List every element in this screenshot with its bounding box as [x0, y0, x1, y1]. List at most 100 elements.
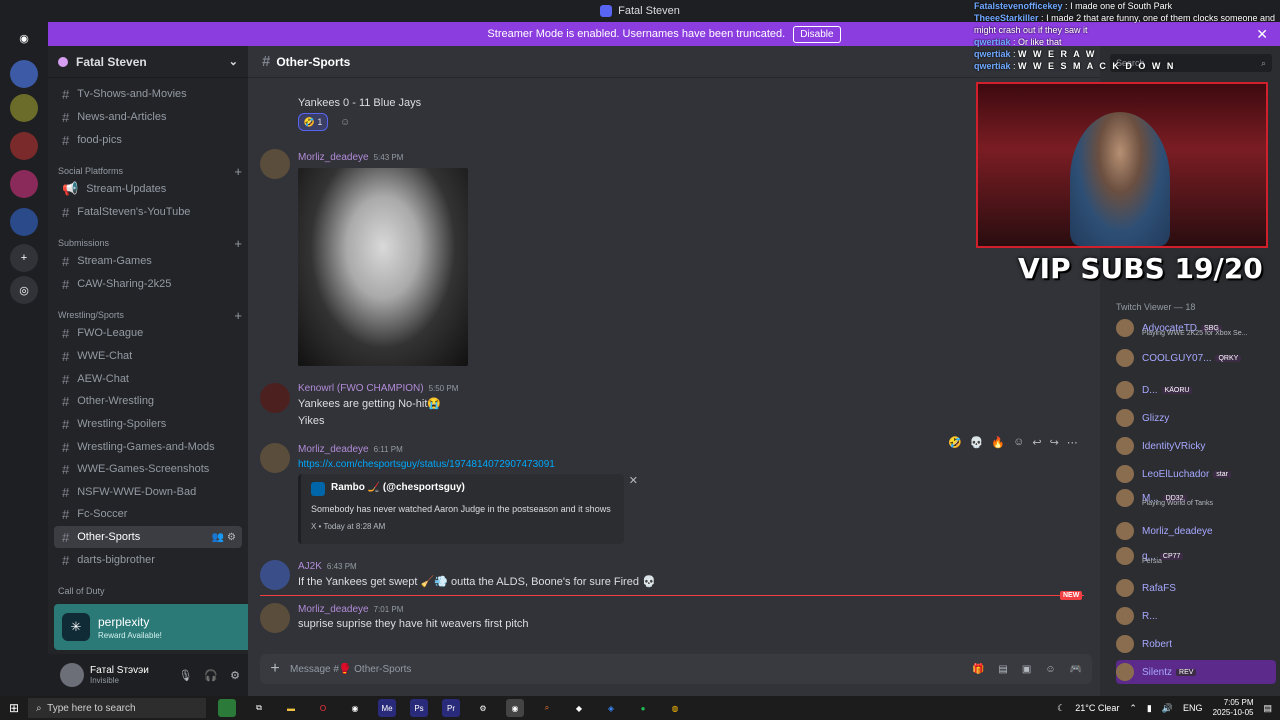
headphones-icon[interactable]: 🎧: [204, 669, 218, 682]
channel-stream-updates[interactable]: 📢 Stream-Updates: [54, 178, 242, 200]
channel-caw-sharing[interactable]: # CAW-Sharing-2k25: [54, 273, 242, 295]
channel-wwe-chat[interactable]: # WWE-Chat: [54, 345, 242, 367]
apps-icon[interactable]: 🎮: [1070, 664, 1082, 675]
photoshop-icon[interactable]: Ps: [410, 699, 428, 717]
server-folder-4[interactable]: [10, 208, 38, 236]
gif-icon[interactable]: ▤: [998, 664, 1007, 675]
steam-icon[interactable]: ⚙: [474, 699, 492, 717]
forward-icon[interactable]: ↪: [1050, 436, 1059, 449]
notification-icon[interactable]: ▤: [1263, 703, 1272, 714]
disable-streamer-mode-button[interactable]: Disable: [793, 25, 841, 43]
add-reaction-icon[interactable]: ☺: [340, 117, 350, 128]
gear-icon[interactable]: ⚙: [230, 669, 240, 682]
channel-nsfw-wwe[interactable]: # NSFW-WWE-Down-Bad: [54, 481, 242, 503]
member-item[interactable]: R...: [1116, 604, 1276, 628]
member-item[interactable]: D... KÄORU: [1116, 378, 1276, 402]
attach-plus-icon[interactable]: +: [260, 660, 290, 678]
quick-reaction-fire-icon[interactable]: 🔥: [991, 436, 1005, 449]
network-icon[interactable]: ▮: [1147, 703, 1152, 714]
discord-taskbar-icon[interactable]: ◉: [506, 699, 524, 717]
server-folder-2[interactable]: [10, 132, 38, 160]
gift-icon[interactable]: 🎁: [972, 664, 984, 675]
message-link[interactable]: https://x.com/chesportsguy/status/197481…: [298, 459, 555, 470]
category-submissions[interactable]: Submissions +: [58, 235, 242, 251]
channel-fc-soccer[interactable]: # Fc-Soccer: [54, 503, 242, 525]
member-item[interactable]: M... DD32 Playing World of Tanks: [1116, 486, 1276, 510]
chrome-icon[interactable]: ◍: [666, 699, 684, 717]
server-folder-3[interactable]: [10, 170, 38, 198]
task-view-icon[interactable]: ⧉: [250, 699, 268, 717]
weather-icon[interactable]: ☾: [1057, 703, 1065, 714]
add-channel-icon[interactable]: +: [234, 236, 242, 251]
quick-reaction-skull-icon[interactable]: 💀: [970, 436, 984, 449]
weather-text[interactable]: 21°C Clear: [1075, 703, 1119, 713]
reaction-pill[interactable]: 🤣 1: [298, 113, 328, 131]
clock[interactable]: 7:05 PM 2025-10-05: [1213, 698, 1254, 718]
channel-stream-games[interactable]: # Stream-Games: [54, 250, 242, 272]
close-embed-icon[interactable]: ✕: [629, 474, 638, 487]
message-author[interactable]: AJ2K 6:43 PM: [298, 561, 357, 572]
media-encoder-icon[interactable]: Me: [378, 699, 396, 717]
message-author[interactable]: Kenowrl (FWO CHAMPION) 5:50 PM: [298, 383, 458, 394]
channel-darts-bigbrother[interactable]: # darts-bigbrother: [54, 549, 242, 571]
member-item[interactable]: Glizzy: [1116, 406, 1276, 430]
message-composer[interactable]: + Message #🥊 Other-Sports 🎁 ▤ ▣ ☺ 🎮: [260, 654, 1092, 684]
channel-news[interactable]: # News-and-Articles: [54, 106, 242, 128]
discover-icon[interactable]: ◎: [10, 276, 38, 304]
message-author[interactable]: Morliz_deadeye 6:11 PM: [298, 444, 403, 455]
channel-other-sports[interactable]: # Other-Sports 👥 ⚙: [54, 526, 242, 548]
message-author[interactable]: Morliz_deadeye 7:01 PM: [298, 604, 403, 615]
sticker-icon[interactable]: ▣: [1022, 664, 1031, 675]
channel-youtube[interactable]: # FatalSteven's-YouTube: [54, 201, 242, 223]
composer-placeholder[interactable]: Message #🥊 Other-Sports: [290, 664, 411, 675]
app-icon[interactable]: ◆: [570, 699, 588, 717]
tray-chevron-icon[interactable]: ⌃: [1129, 703, 1137, 714]
message-author[interactable]: Morliz_deadeye 5:43 PM: [298, 152, 403, 163]
avatar[interactable]: [260, 149, 290, 179]
channel-wrestling-spoilers[interactable]: # Wrestling-Spoilers: [54, 413, 242, 435]
channel-fwo-league[interactable]: # FWO-League: [54, 322, 242, 344]
category-call-of-duty[interactable]: Call of Duty: [58, 583, 242, 599]
channel-wwe-screenshots[interactable]: # WWE-Games-Screenshots: [54, 458, 242, 480]
guild-header[interactable]: Fatal Steven ⌄: [48, 46, 248, 78]
premiere-icon[interactable]: Pr: [442, 699, 460, 717]
avatar[interactable]: [260, 443, 290, 473]
add-channel-icon[interactable]: +: [234, 308, 242, 323]
avatar[interactable]: [260, 383, 290, 413]
chevron-down-icon[interactable]: ⌄: [229, 55, 238, 68]
channel-wrestling-games[interactable]: # Wrestling-Games-and-Mods: [54, 436, 242, 458]
member-item[interactable]: q... CP77 Persia: [1116, 544, 1276, 568]
category-wrestling-sports[interactable]: Wrestling/Sports +: [58, 307, 242, 323]
opera-icon[interactable]: O: [314, 699, 332, 717]
embed-author[interactable]: Rambo 🏒 (@chesportsguy): [331, 482, 465, 493]
channel-other-wrestling[interactable]: # Other-Wrestling: [54, 390, 242, 412]
member-item[interactable]: COOLGUY07... QRKY: [1116, 346, 1276, 370]
taskbar-search[interactable]: ⌕ Type here to search: [28, 698, 206, 718]
avatar[interactable]: [60, 663, 84, 687]
channel-aew-chat[interactable]: # AEW-Chat: [54, 368, 242, 390]
member-item[interactable]: Silentz REV: [1116, 660, 1276, 684]
avatar[interactable]: [260, 560, 290, 590]
add-server-icon[interactable]: +: [10, 244, 38, 272]
message-image[interactable]: [298, 168, 468, 366]
category-social-platforms[interactable]: Social Platforms +: [58, 163, 242, 179]
file-explorer-icon[interactable]: ▬: [282, 699, 300, 717]
start-button[interactable]: ⊞: [0, 701, 28, 715]
microphone-icon[interactable]: 🎙: [178, 669, 192, 682]
member-item[interactable]: AdvocateTD SBG Playing WWE 2K25 for Xbox S…: [1116, 316, 1276, 340]
quick-reaction-laugh-icon[interactable]: 🤣: [948, 436, 962, 449]
member-item[interactable]: LeoElLuchador star: [1116, 462, 1276, 486]
app-icon[interactable]: ◈: [602, 699, 620, 717]
member-item[interactable]: Morliz_deadeye: [1116, 519, 1276, 543]
member-item[interactable]: IdentityVRicky: [1116, 434, 1276, 458]
server-icon-1[interactable]: [10, 60, 38, 88]
reply-icon[interactable]: ↩: [1032, 436, 1041, 449]
avatar[interactable]: [260, 603, 290, 633]
server-folder-1[interactable]: [10, 94, 38, 122]
add-channel-icon[interactable]: +: [234, 164, 242, 179]
obs-icon[interactable]: ◉: [346, 699, 364, 717]
member-item[interactable]: Robert: [1116, 632, 1276, 656]
widget-icon[interactable]: [218, 699, 236, 717]
channel-tv-shows[interactable]: # Tv-Shows-and-Movies: [54, 83, 242, 105]
member-item[interactable]: RafaFS: [1116, 576, 1276, 600]
